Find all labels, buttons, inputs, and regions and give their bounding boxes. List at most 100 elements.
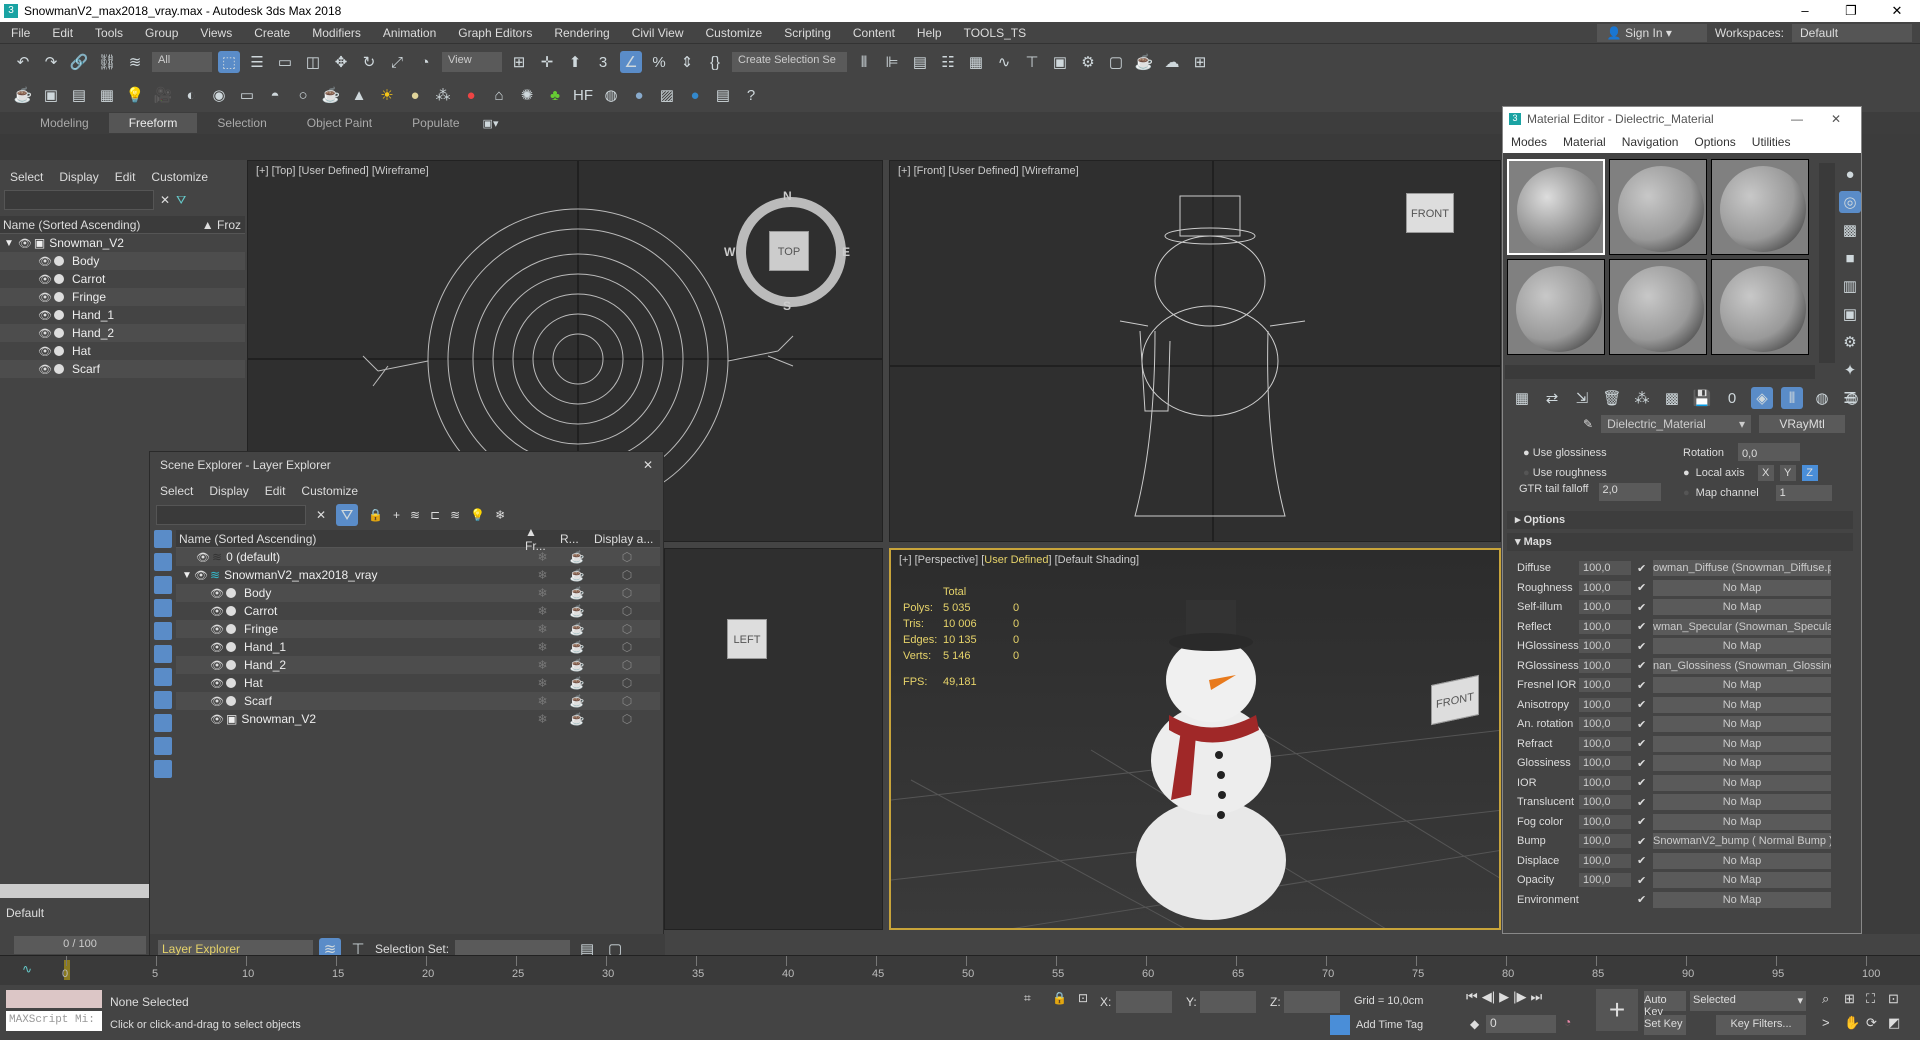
menu-select[interactable]: Select (160, 484, 193, 498)
freeze-icon[interactable]: ❄ (525, 568, 560, 582)
freeze-icon[interactable]: ❄ (525, 658, 560, 672)
freeze-icon[interactable]: ❄ (525, 586, 560, 600)
local-axis-radio[interactable]: ● Local axis X Y Z (1683, 463, 1832, 483)
map-amount-spinner[interactable]: 100,0 (1579, 853, 1631, 868)
renderable-icon[interactable]: ☕ (560, 550, 594, 564)
tree-item[interactable]: 👁 Body (0, 252, 245, 270)
tab-selection[interactable]: Selection (197, 113, 286, 133)
align-icon[interactable]: ⊫ (881, 51, 903, 73)
visibility-icon[interactable]: 👁 (210, 659, 226, 672)
display-box-icon[interactable]: ⬡ (594, 550, 660, 564)
menu-file[interactable]: File (0, 26, 41, 40)
menu-modifiers[interactable]: Modifiers (301, 26, 372, 40)
prev-frame-icon[interactable]: ◀| (1482, 989, 1495, 1005)
visibility-icon[interactable]: 👁 (210, 695, 226, 708)
map-enabled-checkbox[interactable]: ✔ (1637, 581, 1647, 594)
map-channel-radio[interactable]: ● Map channel 1 (1683, 483, 1832, 503)
map-slot-button[interactable]: No Map (1653, 735, 1831, 752)
time-slider[interactable]: 0 / 100 (14, 936, 146, 954)
play-icon[interactable]: ▶ (1499, 989, 1509, 1005)
visibility-icon[interactable]: 👁 (38, 327, 54, 340)
time-tag-icon[interactable] (1330, 1015, 1350, 1035)
vfb-icon[interactable]: ▣ (40, 84, 62, 106)
visibility-icon[interactable]: 👁 (194, 569, 210, 582)
plane-icon[interactable]: ⌂ (488, 84, 510, 106)
menu-create[interactable]: Create (243, 26, 301, 40)
expand-icon[interactable]: ▼ (4, 238, 14, 249)
renderable-icon[interactable]: ☕ (560, 604, 594, 618)
map-slot-button[interactable]: wman_Specular (Snowman_Specular.p (1653, 618, 1831, 635)
new-layer-icon[interactable]: + (393, 508, 400, 522)
display-box-icon[interactable]: ⬡ (594, 604, 660, 618)
map-enabled-checkbox[interactable]: ✔ (1637, 854, 1647, 867)
layer-row[interactable]: 👁 Hat ❄ ☕ ⬡ (176, 674, 660, 692)
hair-icon[interactable]: HF (572, 84, 594, 106)
visibility-icon[interactable]: 👁 (210, 623, 226, 636)
visibility-icon[interactable]: 👁 (38, 291, 54, 304)
absolute-mode-icon[interactable]: ⊡ (1078, 991, 1088, 1005)
window-crossing-icon[interactable]: ◫ (302, 51, 324, 73)
tree-item[interactable]: 👁 Hand_2 (0, 324, 245, 342)
assign-material-icon[interactable]: ⇲ (1571, 387, 1593, 409)
layer-row[interactable]: ▼ 👁 ≋ SnowmanV2_max2018_vray ❄ ☕ ⬡ (176, 566, 660, 584)
scale-icon[interactable]: ⤢ (386, 51, 408, 73)
tree-item[interactable]: 👁 Fringe (0, 288, 245, 306)
sun-icon[interactable]: ☀ (376, 84, 398, 106)
material-sphere-icon[interactable]: ● (628, 84, 650, 106)
auto-key-button[interactable]: Auto Key (1644, 991, 1686, 1018)
link-icon[interactable]: 🔗 (68, 51, 90, 73)
map-amount-spinner[interactable]: 100,0 (1579, 717, 1631, 731)
physical-camera-icon[interactable]: ◐ (180, 84, 202, 106)
column-name-header[interactable]: Name (Sorted Ascending) (3, 218, 140, 232)
layer-row[interactable]: 👁 Hand_2 ❄ ☕ ⬡ (176, 656, 660, 674)
use-roughness-radio[interactable]: ● Use roughness (1523, 463, 1653, 483)
proxy-icon[interactable]: ⁂ (432, 84, 454, 106)
visibility-icon[interactable]: 👁 (210, 713, 226, 726)
menu-scripting[interactable]: Scripting (773, 26, 842, 40)
select-by-material-icon[interactable]: ✦ (1839, 359, 1861, 381)
map-enabled-checkbox[interactable]: ✔ (1637, 679, 1647, 692)
tree-item[interactable]: 👁 Scarf (0, 360, 245, 378)
map-amount-spinner[interactable]: 100,0 (1579, 873, 1631, 887)
keyboard-shortcut-icon[interactable]: ⬆ (564, 51, 586, 73)
map-amount-spinner[interactable]: 100,0 (1579, 639, 1631, 653)
menu-customize[interactable]: Customize (151, 170, 208, 184)
render-frame-icon[interactable]: ▢ (1105, 51, 1127, 73)
bone-filter-icon[interactable] (154, 714, 172, 732)
expand-icon[interactable]: ▼ (182, 570, 194, 581)
map-amount-spinner[interactable]: 100,0 (1579, 736, 1631, 751)
display-box-icon[interactable]: ⬡ (594, 568, 660, 582)
vray-mtl-icon[interactable]: ● (684, 84, 706, 106)
map-amount-spinner[interactable]: 100,0 (1579, 775, 1631, 790)
map-slot-button[interactable]: No Map (1653, 852, 1831, 869)
ref-coord-dropdown[interactable]: View (442, 52, 502, 72)
map-slot-button[interactable]: owman_Diffuse (Snowman_Diffuse.pr (1653, 560, 1831, 576)
show-end-result-icon[interactable]: ⫴ (1781, 387, 1803, 409)
teapot-icon[interactable]: ☕ (12, 84, 34, 106)
map-amount-spinner[interactable]: 100,0 (1579, 834, 1631, 848)
select-by-name-icon[interactable]: ☰ (246, 51, 268, 73)
ies-light-icon[interactable]: ▲ (348, 84, 370, 106)
layer-row[interactable]: 👁 ≋ 0 (default) ❄ ☕ ⬡ (176, 548, 660, 566)
layer-explorer-icon[interactable]: ☷ (937, 51, 959, 73)
uv-tiling-icon[interactable]: ■ (1839, 247, 1861, 269)
create-selection-set-dropdown[interactable]: Create Selection Se (732, 52, 847, 72)
renderable-icon[interactable]: ☕ (560, 586, 594, 600)
renderable-icon[interactable]: ☕ (560, 568, 594, 582)
material-name-field[interactable]: Dielectric_Material ▾ (1601, 415, 1752, 433)
map-slot-button[interactable]: No Map (1653, 638, 1831, 654)
map-enabled-checkbox[interactable]: ✔ (1637, 698, 1647, 711)
filter-icon[interactable]: ⛛ (176, 193, 186, 208)
map-enabled-checkbox[interactable]: ✔ (1637, 893, 1647, 906)
display-box-icon[interactable]: ⬡ (594, 586, 660, 600)
snap-3d-icon[interactable]: 3 (592, 51, 614, 73)
filter-icon[interactable]: ⛛ (336, 504, 359, 526)
go-parent-icon[interactable]: ◍ (1811, 387, 1833, 409)
schematic-view-icon[interactable]: ⊤ (1021, 51, 1043, 73)
move-icon[interactable]: ✥ (330, 51, 352, 73)
freeze-icon[interactable]: ❄ (525, 640, 560, 654)
clear-search-icon[interactable]: ✕ (316, 508, 326, 522)
material-slot[interactable] (1711, 259, 1809, 355)
map-slot-button[interactable]: No Map (1653, 716, 1831, 732)
map-amount-spinner[interactable]: 100,0 (1579, 580, 1631, 595)
